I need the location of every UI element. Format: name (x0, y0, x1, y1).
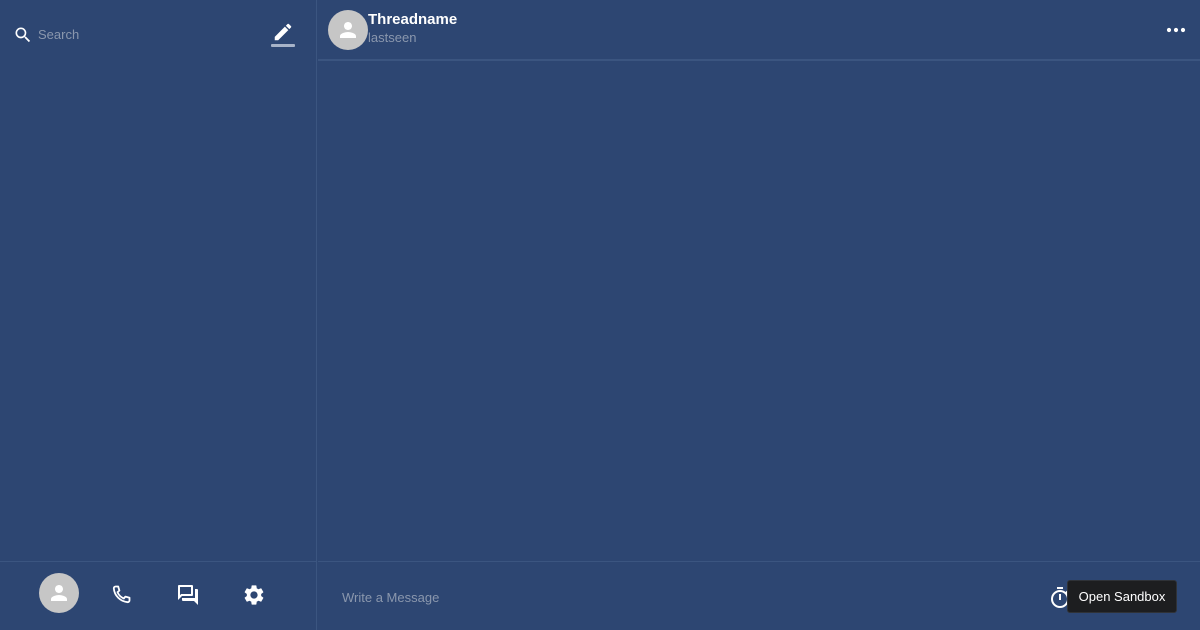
thread-last-seen: lastseen (368, 30, 417, 45)
chats-button[interactable] (176, 583, 200, 607)
gear-icon (244, 585, 264, 605)
message-input[interactable] (342, 586, 1022, 608)
search-input[interactable] (38, 24, 238, 44)
thread-header: Threadname lastseen (318, 0, 1200, 61)
more-horizontal-icon (1166, 27, 1186, 33)
messages-area (318, 62, 1200, 561)
message-composer: Open Sandbox (318, 561, 1200, 630)
person-icon (51, 585, 67, 601)
person-icon (340, 22, 356, 38)
phone-icon (112, 585, 131, 604)
sidebar-footer (0, 561, 317, 630)
profile-avatar[interactable] (39, 573, 79, 613)
sidebar (0, 0, 317, 630)
search-bar (0, 0, 317, 68)
settings-button[interactable] (242, 583, 266, 607)
chat-pane: Threadname lastseen Open Sandbox (318, 0, 1200, 630)
open-sandbox-button[interactable]: Open Sandbox (1067, 580, 1177, 613)
thread-name: Threadname (368, 11, 458, 28)
calls-button[interactable] (109, 583, 133, 607)
compose-underline (271, 44, 295, 47)
more-options-button[interactable] (1164, 20, 1188, 40)
search-icon (13, 25, 33, 45)
compose-button[interactable] (268, 20, 298, 48)
thread-avatar (328, 10, 368, 50)
pencil-icon (274, 23, 292, 41)
chat-bubbles-icon (178, 585, 198, 605)
